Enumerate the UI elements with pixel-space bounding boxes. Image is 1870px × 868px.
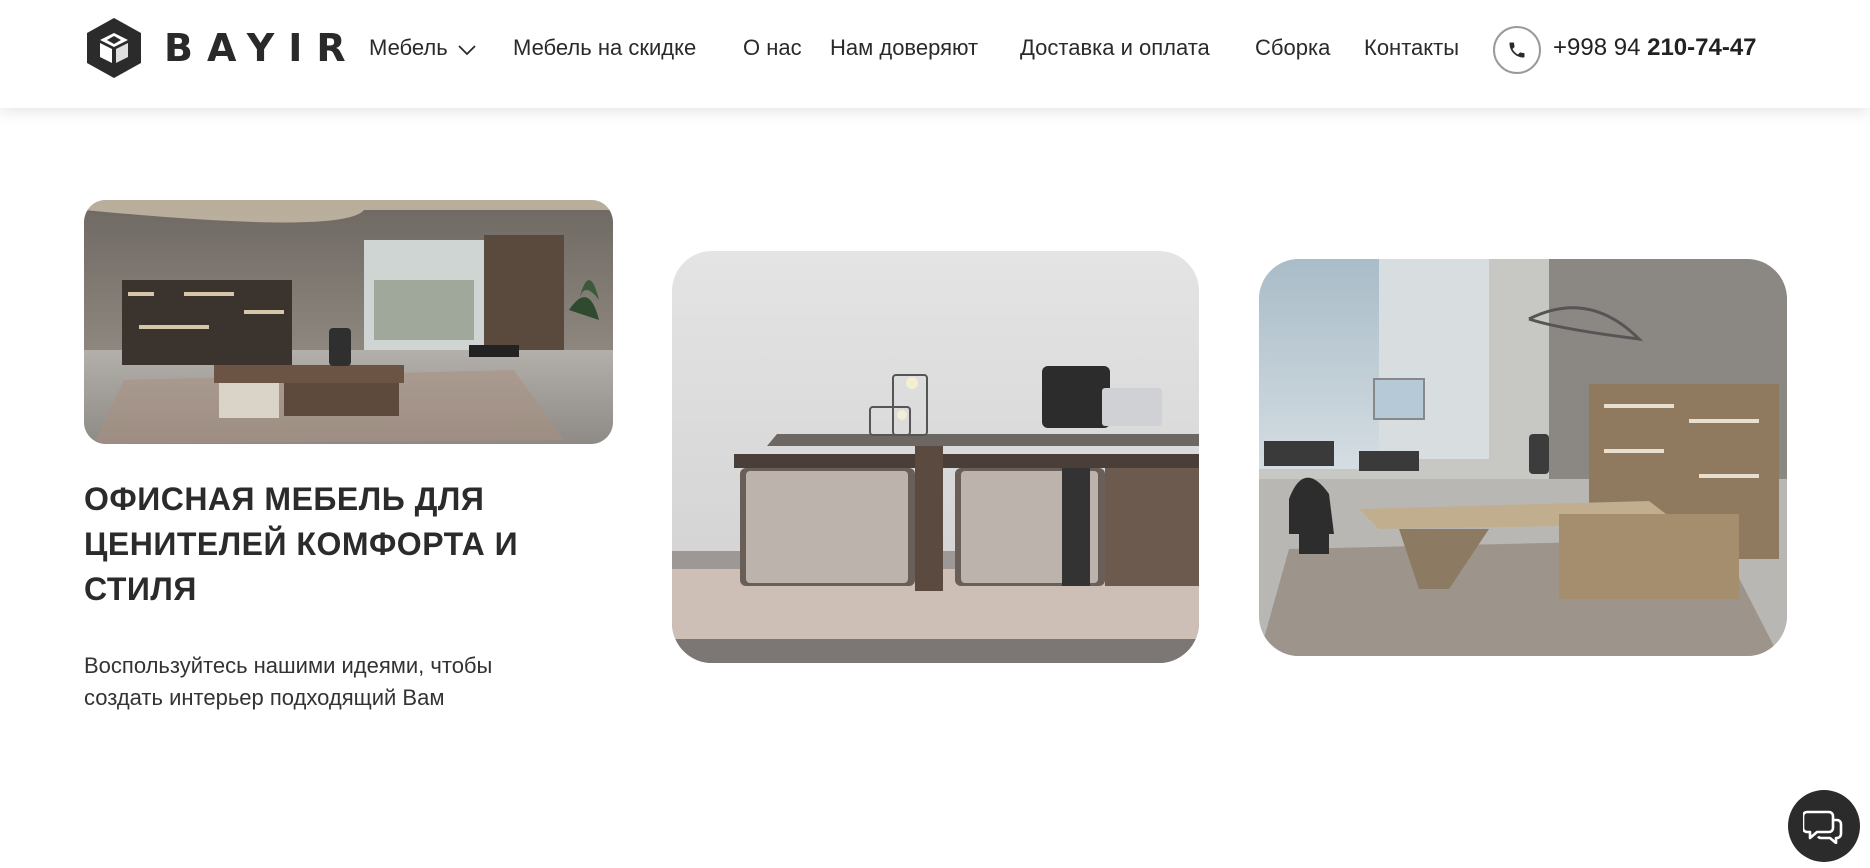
nav-item-assembly[interactable]: Сборка bbox=[1255, 30, 1330, 66]
phone-icon bbox=[1509, 42, 1525, 58]
logo-icon bbox=[87, 18, 141, 78]
phone-prefix: +998 94 bbox=[1553, 34, 1641, 61]
phone-call-button[interactable] bbox=[1493, 26, 1541, 74]
nav-item-label: Мебель на скидке bbox=[513, 35, 697, 60]
nav-item-clients[interactable]: Нам доверяют bbox=[830, 30, 978, 66]
executive-desk-image bbox=[672, 251, 1199, 663]
nav-item-label: Контакты bbox=[1364, 35, 1460, 60]
phone-number-link[interactable]: +998 94 210-74-47 bbox=[1553, 30, 1757, 66]
hero-subtitle: Воспользуйтесь нашими идеями, чтобы созд… bbox=[84, 653, 493, 710]
nav-item-about[interactable]: О нас bbox=[743, 30, 802, 66]
chat-button[interactable] bbox=[1788, 790, 1860, 862]
nav-item-contacts[interactable]: Контакты bbox=[1364, 30, 1459, 66]
nav-item-label: Сборка bbox=[1255, 35, 1331, 60]
phone-main: 210-74-47 bbox=[1647, 34, 1757, 61]
office-workspace-image bbox=[1259, 259, 1787, 656]
nav-item-furniture[interactable]: Мебель bbox=[369, 30, 476, 67]
nav-item-label: Доставка и оплата bbox=[1020, 35, 1210, 60]
nav-item-label: Нам доверяют bbox=[830, 35, 979, 60]
hero-title: ОФИСНАЯ МЕБЕЛЬ ДЛЯ ЦЕНИТЕЛЕЙ КОМФОРТА И … bbox=[84, 481, 519, 607]
brand-name: BAYIR bbox=[164, 26, 360, 70]
nav-item-sale[interactable]: Мебель на скидке bbox=[513, 30, 696, 66]
nav-item-label: О нас bbox=[743, 35, 802, 60]
brand-logo[interactable]: BAYIR bbox=[84, 16, 360, 80]
office-interior-image bbox=[84, 200, 613, 444]
chevron-down-icon bbox=[458, 31, 476, 67]
chat-icon bbox=[1803, 810, 1843, 844]
site-header: BAYIR Мебель Мебель на скидке О нас Нам … bbox=[0, 0, 1870, 108]
nav-item-delivery[interactable]: Доставка и оплата bbox=[1020, 30, 1210, 66]
nav-item-label: Мебель bbox=[369, 35, 448, 60]
